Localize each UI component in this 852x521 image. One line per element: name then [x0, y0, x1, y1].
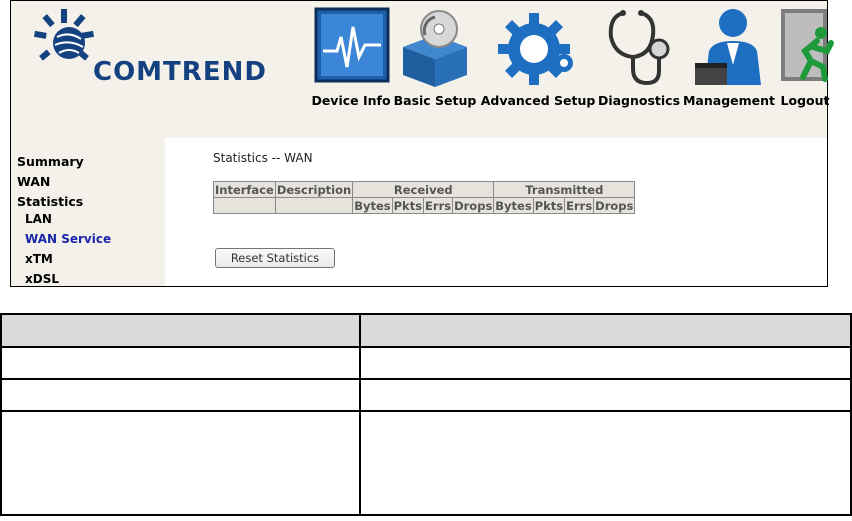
col-received: Received	[352, 181, 495, 198]
table-header-row: Interface Description Received Transmitt…	[213, 181, 636, 198]
advanced-setup-icon	[498, 13, 573, 85]
empty-cell	[274, 197, 354, 214]
col-tx-pkts: Pkts	[532, 197, 566, 214]
sidebar-item-wan[interactable]: WAN	[17, 174, 50, 189]
col-transmitted: Transmitted	[493, 181, 636, 198]
nav-label: Logout	[780, 93, 830, 108]
nav-label: Management	[682, 93, 775, 108]
nav-diagnostics[interactable]: Diagnostics	[597, 1, 681, 138]
table-cell	[359, 346, 852, 380]
document-table	[0, 313, 852, 516]
table-cell	[359, 378, 852, 412]
nav-device-info[interactable]: Device Info	[309, 1, 393, 138]
sidebar-item-xdsl[interactable]: xDSL	[25, 272, 59, 286]
empty-cell	[213, 197, 276, 214]
sidebar-item-xtm[interactable]: xTM	[25, 252, 53, 266]
nav-label: Diagnostics	[597, 93, 681, 108]
sidebar-item-wan-service[interactable]: WAN Service	[25, 232, 111, 246]
table-row	[0, 346, 852, 380]
table-cell	[0, 346, 361, 380]
nav-basic-setup[interactable]: Basic Setup	[393, 1, 477, 138]
device-info-icon	[314, 7, 390, 83]
table-cell	[0, 410, 361, 516]
col-rx-drops: Drops	[452, 197, 495, 214]
table-cell	[0, 378, 361, 412]
sidebar-item-lan[interactable]: LAN	[25, 212, 52, 226]
basic-setup-icon	[403, 10, 467, 87]
nav-label: Advanced Setup	[480, 93, 596, 108]
nav-label: Device Info	[311, 93, 391, 108]
col-tx-bytes: Bytes	[493, 197, 534, 214]
col-tx-drops: Drops	[593, 197, 636, 214]
table-subheader-row: Bytes Pkts Errs Drops Bytes Pkts Errs Dr…	[213, 197, 636, 214]
nav-management[interactable]: Management	[681, 1, 777, 138]
reset-statistics-button[interactable]: Reset Statistics	[215, 248, 335, 268]
col-rx-pkts: Pkts	[391, 197, 425, 214]
brand-name: COMTREND	[93, 57, 267, 87]
management-icon	[695, 9, 761, 85]
table-row	[0, 410, 852, 516]
sidebar-item-summary[interactable]: Summary	[17, 154, 84, 169]
table-row	[0, 378, 852, 412]
main-content: Statistics -- WAN Interface Description …	[165, 138, 827, 286]
logout-icon	[781, 9, 834, 82]
col-tx-errs: Errs	[564, 197, 595, 214]
nav-label: Basic Setup	[393, 93, 477, 108]
page-title: Statistics -- WAN	[213, 151, 313, 165]
router-ui-frame: COMTREND Device Info Basic Setup Advance…	[10, 0, 834, 287]
col-interface: Interface	[213, 181, 276, 198]
statistics-table: Interface Description Received Transmitt…	[213, 181, 636, 214]
table-cell	[359, 313, 852, 348]
table-cell	[359, 410, 852, 516]
diagnostics-icon	[608, 10, 670, 86]
document-table-header	[0, 313, 852, 348]
sidebar-item-statistics[interactable]: Statistics	[17, 194, 83, 209]
nav-advanced-setup[interactable]: Advanced Setup	[479, 1, 597, 138]
sidebar: Summary WAN Statistics LAN WAN Service x…	[11, 138, 165, 286]
nav-logout[interactable]: Logout	[777, 1, 834, 138]
col-rx-errs: Errs	[423, 197, 454, 214]
col-description: Description	[274, 181, 354, 198]
table-cell	[0, 313, 361, 348]
col-rx-bytes: Bytes	[352, 197, 393, 214]
header: COMTREND Device Info Basic Setup Advance…	[11, 1, 834, 138]
